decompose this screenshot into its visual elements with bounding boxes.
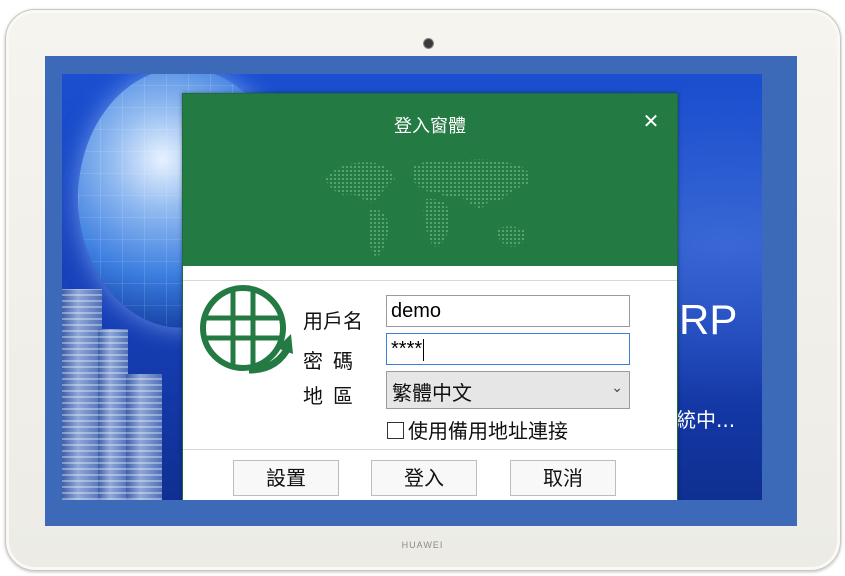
password-value: **** — [391, 338, 423, 360]
text-caret — [423, 338, 425, 361]
chevron-down-icon: ⌄ — [611, 380, 623, 396]
backup-address-checkbox[interactable] — [387, 422, 404, 439]
region-select[interactable]: 繁體中文 ⌄ — [386, 371, 630, 409]
dialog-header: 登入窗體 ✕ — [183, 94, 677, 266]
building-image — [98, 329, 128, 500]
region-label: 地區 — [303, 384, 363, 408]
close-icon[interactable]: ✕ — [639, 109, 663, 133]
login-button[interactable]: 登入 — [371, 460, 477, 496]
building-image — [126, 374, 162, 500]
globe-logo-icon — [200, 285, 293, 374]
username-label: 用戶名 — [303, 309, 363, 333]
settings-button[interactable]: 設置 — [233, 460, 339, 496]
world-map-icon — [325, 159, 530, 257]
username-input[interactable]: demo — [386, 295, 630, 327]
backup-address-option[interactable]: 使用備用地址連接 — [387, 415, 568, 444]
cancel-button[interactable]: 取消 — [510, 460, 616, 496]
dialog-title: 登入窗體 — [394, 116, 466, 137]
erp-label: RP — [679, 296, 738, 343]
building-image — [62, 289, 102, 500]
app-wallpaper: RP 系統中... 登入窗體 ✕ 用戶名 demo 密碼 **** 地區 繁體中… — [62, 74, 762, 500]
screen: RP 系統中... 登入窗體 ✕ 用戶名 demo 密碼 **** 地區 繁體中… — [45, 56, 797, 526]
backup-address-label: 使用備用地址連接 — [408, 419, 568, 443]
device-brand: HUAWEI — [401, 540, 444, 550]
password-label: 密碼 — [303, 349, 363, 373]
password-input[interactable]: **** — [386, 333, 630, 365]
region-selected-value: 繁體中文 — [392, 381, 472, 405]
camera-icon — [423, 38, 434, 49]
login-dialog: 登入窗體 ✕ 用戶名 demo 密碼 **** 地區 繁體中文 ⌄ 使用備用地址… — [182, 93, 678, 500]
